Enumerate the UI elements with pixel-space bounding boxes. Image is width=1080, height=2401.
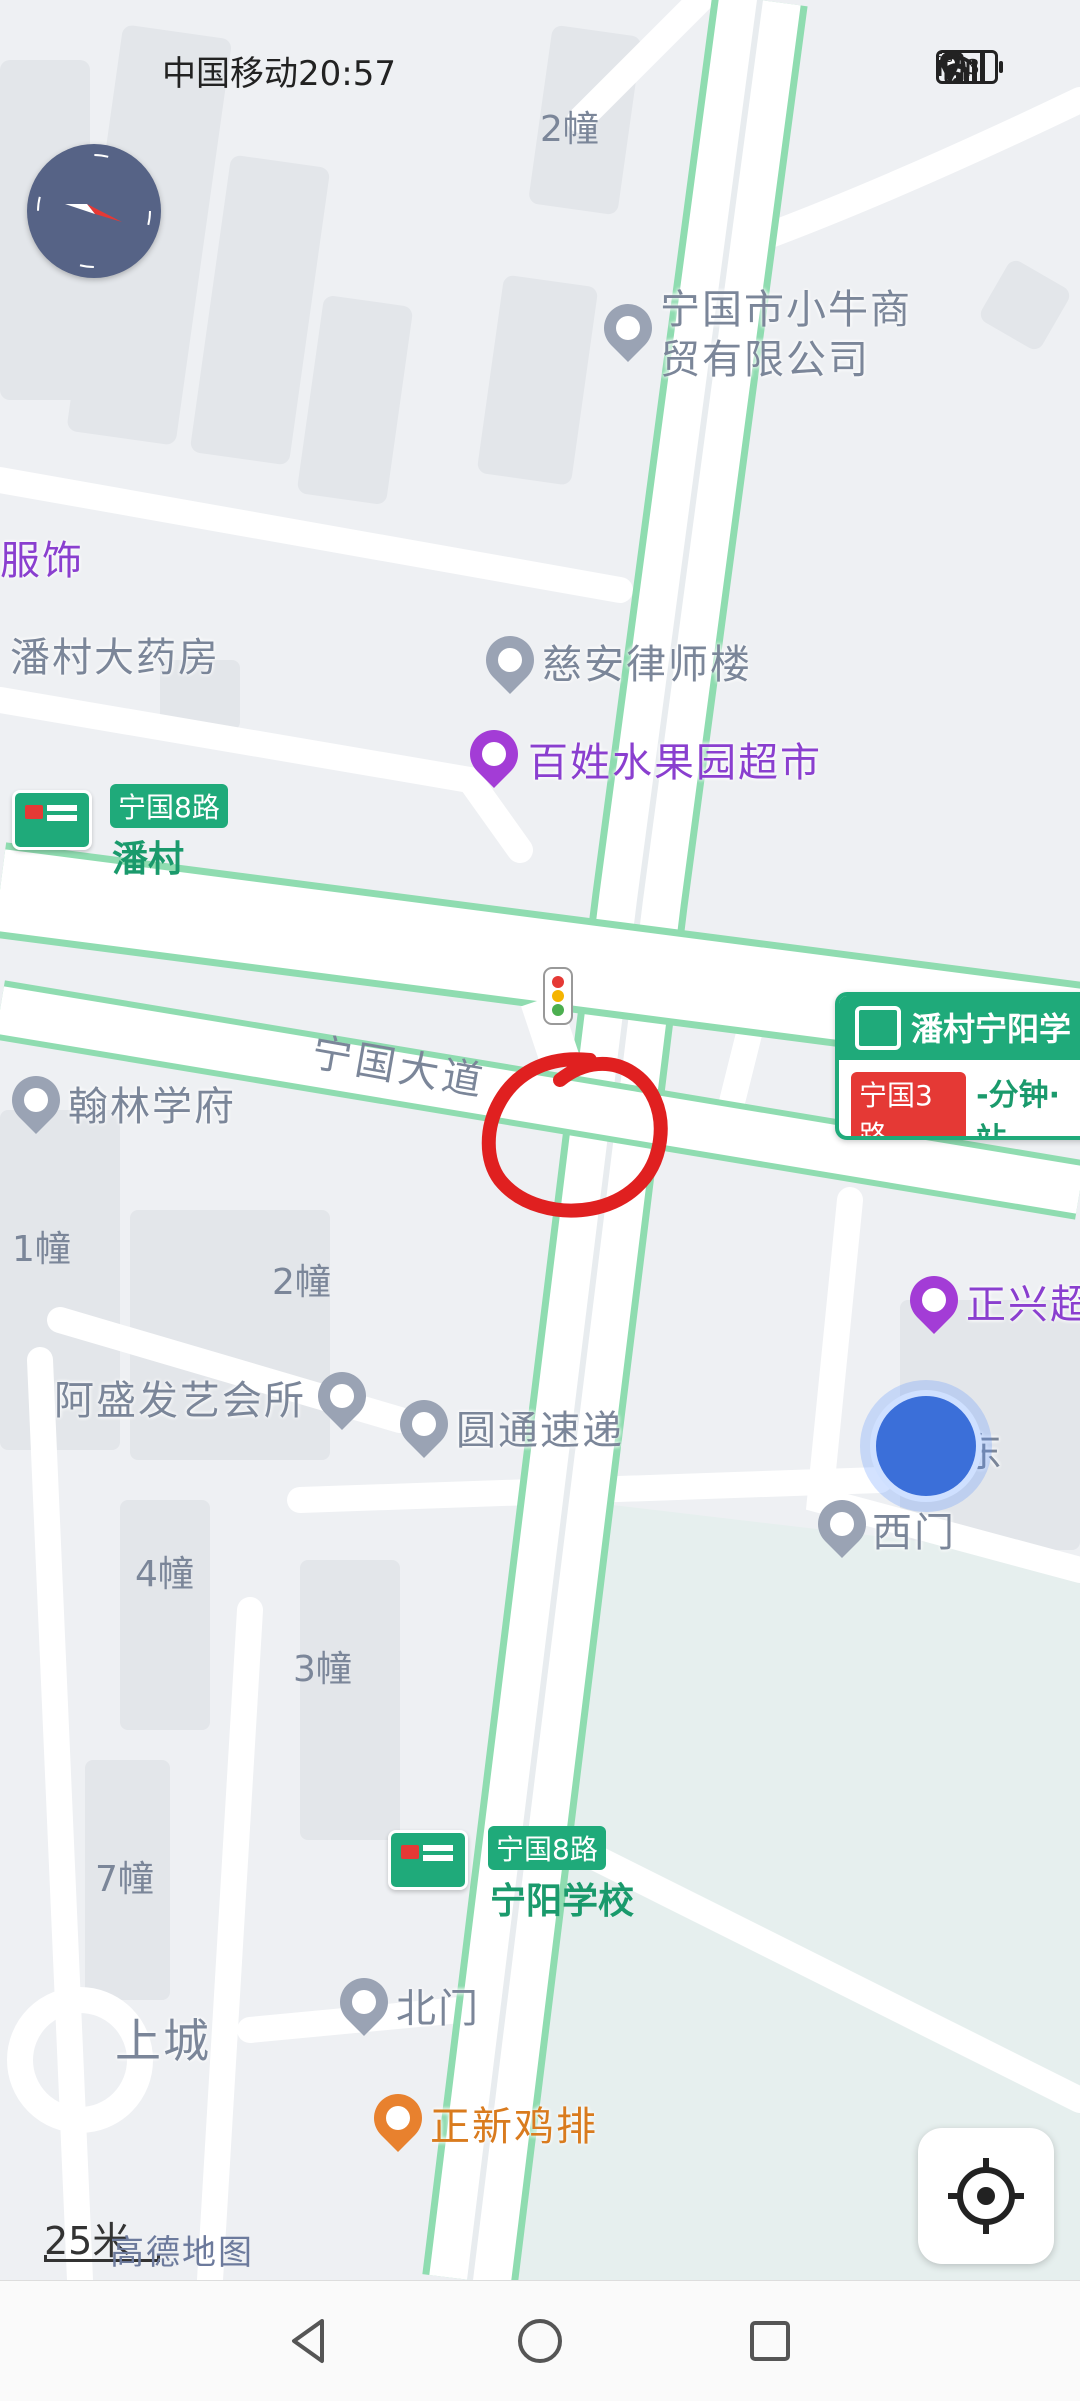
recents-icon[interactable]	[740, 2311, 800, 2371]
building-label: 2幢	[272, 1262, 331, 1303]
map-canvas[interactable]: 中国移动20:57 5G 93 2幢 1幢 2幢 4幢 3幢 7幢 上城 宁国大…	[0, 0, 1080, 2280]
home-icon[interactable]	[510, 2311, 570, 2371]
locate-icon	[948, 2158, 1024, 2234]
poi-school-hanlin[interactable]: 翰林学府	[68, 1074, 236, 1132]
poi-zhengxing-market[interactable]: 正兴超	[966, 1272, 1080, 1330]
back-icon[interactable]	[280, 2311, 340, 2371]
bus-icon	[855, 1006, 901, 1050]
poi-west-gate[interactable]: 西门	[872, 1500, 956, 1558]
bus-card-route: 宁国3路	[851, 1072, 967, 1136]
poi-art-club[interactable]: 阿盛发艺会所	[54, 1368, 306, 1426]
bus-stop-icon[interactable]	[12, 790, 92, 850]
user-location-icon	[870, 1390, 982, 1502]
poi-fruit-market[interactable]: 百姓水果园超市	[528, 730, 822, 788]
bus-info-card[interactable]: 潘村宁阳学 宁国3路 -分钟·站	[835, 992, 1080, 1140]
poi-chicken[interactable]: 正新鸡排	[430, 2094, 598, 2152]
area-label: 上城	[115, 2014, 211, 2068]
bus-card-title: 潘村宁阳学	[911, 1010, 1072, 1048]
poi-clothing[interactable]: 服饰	[0, 528, 84, 586]
building-label: 1幢	[12, 1229, 71, 1270]
building-label: 2幢	[540, 109, 599, 150]
poi-pharmacy[interactable]: 潘村大药房	[10, 625, 220, 683]
map-logo: 高德地图	[110, 2233, 254, 2273]
bus-stop-name[interactable]: 宁阳学校	[490, 1872, 634, 1924]
system-nav-bar	[0, 2280, 1080, 2401]
bus-route-badge: 宁国8路	[488, 1826, 606, 1870]
building-label: 4幢	[135, 1554, 194, 1595]
locate-button[interactable]	[918, 2128, 1054, 2264]
poi-company[interactable]: 宁国市小牛商贸有限公司	[660, 285, 930, 385]
poi-north-gate[interactable]: 北门	[396, 1976, 480, 2034]
bus-stop-name[interactable]: 潘村	[112, 830, 184, 882]
building-label: 3幢	[293, 1649, 352, 1690]
bus-card-eta: -分钟·站	[976, 1078, 1060, 1140]
poi-courier[interactable]: 圆通速递	[456, 1398, 624, 1456]
bus-route-badge: 宁国8路	[110, 784, 228, 828]
poi-lawyer[interactable]: 慈安律师楼	[542, 632, 752, 690]
building-label: 7幢	[95, 1859, 154, 1900]
compass-icon[interactable]	[27, 144, 161, 278]
bus-stop-icon[interactable]	[388, 1830, 468, 1890]
